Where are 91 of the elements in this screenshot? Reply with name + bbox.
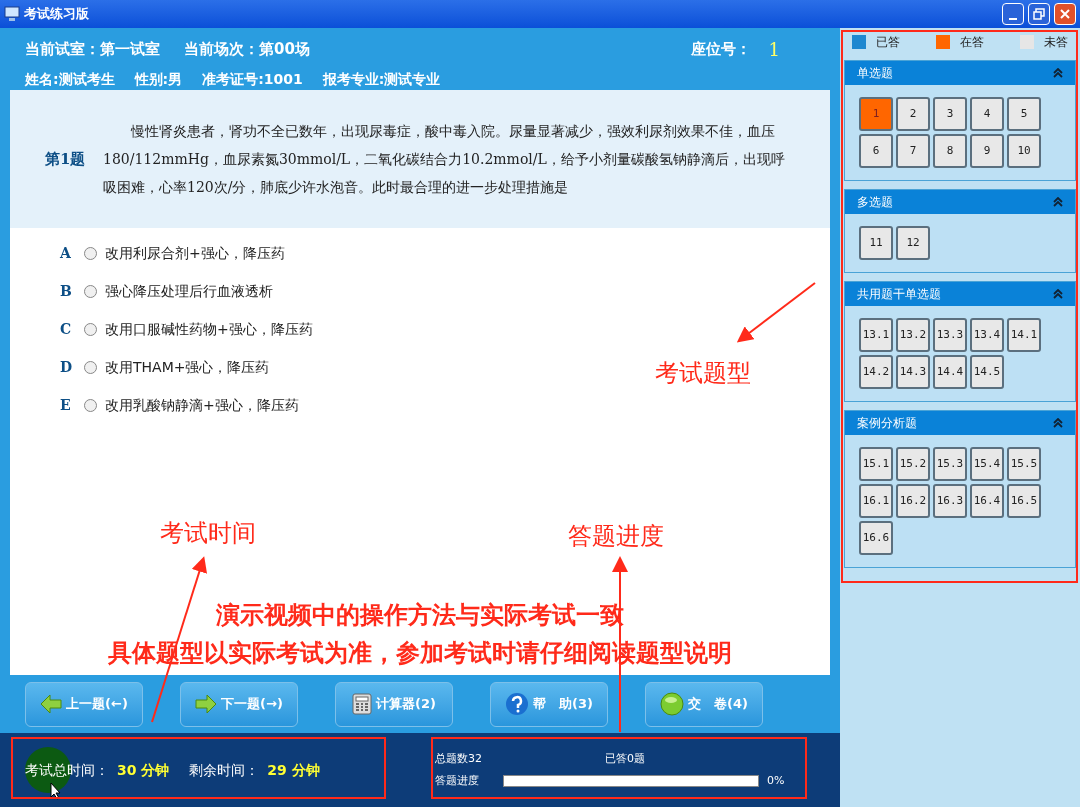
option-letter: A: [60, 243, 72, 263]
calculator-icon: [352, 693, 373, 715]
legend-label: 已答: [876, 34, 900, 51]
question-tile[interactable]: 16.6: [859, 521, 893, 555]
option-text: 强心降压处理后行血液透析: [105, 281, 273, 301]
annotation-label: 答题进度: [568, 521, 664, 552]
answered-count: 已答0题: [605, 750, 645, 767]
cursor-icon: [50, 782, 62, 800]
question-tile[interactable]: 16.2: [896, 484, 930, 518]
question-tile[interactable]: 13.2: [896, 318, 930, 352]
question-text: 慢性肾炎患者，肾功不全已数年，出现尿毒症，酸中毒入院。尿量显著减少，强效利尿剂效果不佳，血压180/112mmHg，血尿素氮30mmol/L，二氧化碳结合力10.2mmol/L，给予小剂量碳酸氢钠静滴后，出现呼吸困难，心率120次/分，肺底少许水泡音。此时最合理的进一步处理措施是: [103, 122, 786, 197]
collapse-icon[interactable]: [1053, 289, 1063, 299]
restore-button[interactable]: [1028, 3, 1050, 25]
question-tile[interactable]: 16.1: [859, 484, 893, 518]
radio-button[interactable]: [84, 284, 97, 298]
help-icon: [505, 692, 530, 716]
section-title: 共用题干单选题: [857, 286, 941, 303]
question-tile[interactable]: 5: [1007, 97, 1041, 131]
question-number: 第1题: [45, 148, 87, 170]
option-text: 改用THAM+强心，降压药: [105, 357, 270, 377]
question-tile[interactable]: 3: [933, 97, 967, 131]
question-tile[interactable]: 16.4: [970, 484, 1004, 518]
option-text: 改用利尿合剂+强心，降压药: [105, 243, 285, 263]
question-tile[interactable]: 10: [1007, 134, 1041, 168]
info-text: 姓名:测试考生: [25, 70, 115, 89]
question-tile[interactable]: 15.3: [933, 447, 967, 481]
collapse-icon[interactable]: [1053, 418, 1063, 428]
legend-label: 在答: [960, 34, 984, 51]
total-time-value: 30 分钟: [117, 760, 170, 780]
total-questions: 总题数32: [435, 750, 483, 767]
annotation-label: 考试题型: [655, 358, 751, 389]
seat-number: 1: [768, 38, 780, 62]
option-letter: B: [60, 281, 73, 301]
minimize-button[interactable]: [1002, 3, 1024, 25]
option-text: 改用乳酸钠静滴+强心，降压药: [105, 395, 299, 415]
info-text: 报考专业:测试专业: [322, 70, 441, 89]
question-tile[interactable]: 16.5: [1007, 484, 1041, 518]
close-icon: [1059, 8, 1071, 20]
annotation-label: 考试时间: [160, 518, 256, 549]
question-tile[interactable]: 14.1: [1007, 318, 1041, 352]
question-tile[interactable]: 15.2: [896, 447, 930, 481]
option-letter: D: [60, 357, 74, 377]
progress-reading: 0%: [767, 773, 785, 789]
remaining-time-label: 剩余时间：: [189, 760, 260, 780]
info-text: 当前试室：第一试室: [25, 39, 160, 61]
section-title: 单选题: [857, 65, 893, 82]
question-tile[interactable]: 13.4: [970, 318, 1004, 352]
question-tile[interactable]: 15.1: [859, 447, 893, 481]
legend-label: 未答: [1044, 34, 1068, 51]
progress-label: 答题进度: [435, 773, 480, 789]
radio-button[interactable]: [84, 322, 97, 336]
option-letter: C: [60, 319, 73, 339]
info-text: 准考证号:1001: [202, 70, 303, 89]
question-tile[interactable]: 11: [859, 226, 893, 260]
question-tile[interactable]: 12: [896, 226, 930, 260]
question-tile[interactable]: 14.4: [933, 355, 967, 389]
radio-button[interactable]: [84, 246, 97, 260]
total-time-label: 考试总时间：: [25, 760, 109, 780]
question-tile[interactable]: 4: [970, 97, 1004, 131]
radio-button[interactable]: [84, 360, 97, 374]
radio-button[interactable]: [84, 398, 97, 412]
section-title: 多选题: [857, 194, 893, 211]
question-tile[interactable]: 6: [859, 134, 893, 168]
monitor-icon: [4, 6, 20, 22]
collapse-icon[interactable]: [1053, 197, 1063, 207]
left-arrow-icon: [40, 694, 63, 714]
question-tile[interactable]: 14.2: [859, 355, 893, 389]
question-tile[interactable]: 15.5: [1007, 447, 1041, 481]
question-tile[interactable]: 9: [970, 134, 1004, 168]
collapse-icon[interactable]: [1053, 68, 1063, 78]
close-button[interactable]: [1054, 3, 1076, 25]
question-tile[interactable]: 14.3: [896, 355, 930, 389]
circle-icon: [660, 692, 685, 716]
question-tile[interactable]: 8: [933, 134, 967, 168]
info-text: 当前场次：第00场: [184, 39, 310, 61]
section-title: 案例分析题: [857, 415, 917, 432]
right-arrow-icon: [195, 694, 218, 714]
option-text: 改用口服碱性药物+强心，降压药: [105, 319, 313, 339]
question-tile[interactable]: 13.1: [859, 318, 893, 352]
restore-icon: [1033, 8, 1045, 20]
seat-label: 座位号：: [690, 39, 751, 61]
question-tile[interactable]: 7: [896, 134, 930, 168]
question-tile[interactable]: 13.3: [933, 318, 967, 352]
remaining-time-value: 29 分钟: [267, 760, 320, 780]
info-text: 性别:男: [134, 70, 183, 89]
question-tile[interactable]: 15.4: [970, 447, 1004, 481]
question-tile[interactable]: 2: [896, 97, 930, 131]
window-title: 考试练习版: [24, 5, 89, 24]
question-tile[interactable]: 14.5: [970, 355, 1004, 389]
question-tile[interactable]: 16.3: [933, 484, 967, 518]
option-letter: E: [60, 395, 72, 415]
